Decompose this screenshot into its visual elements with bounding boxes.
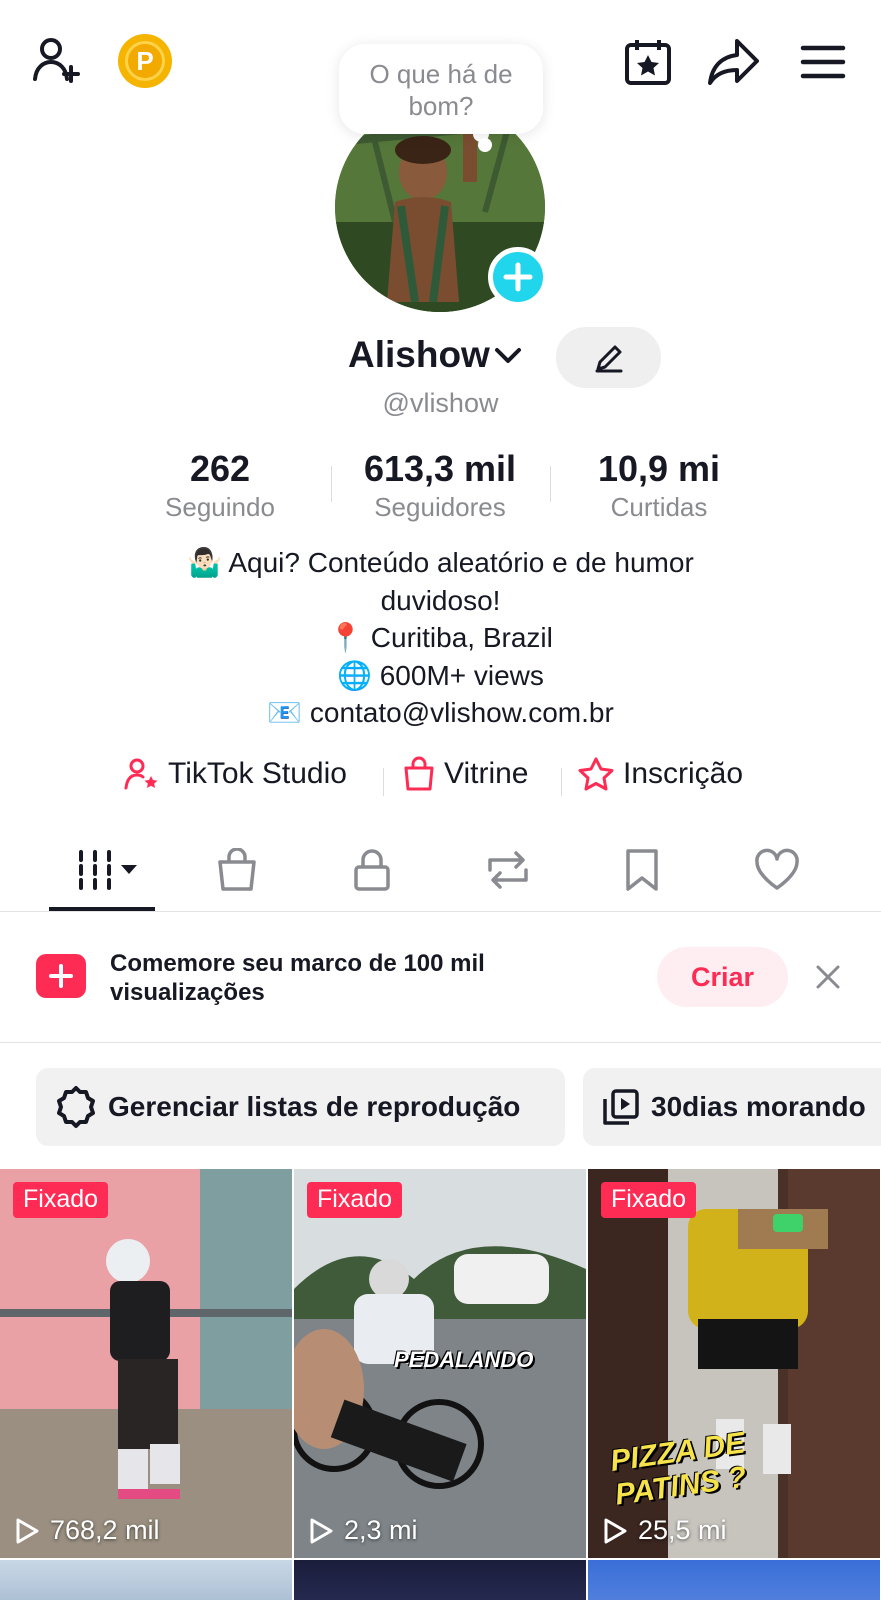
bio-line: 🌐 600M+ views	[337, 659, 544, 691]
view-count: 768,2 mil	[14, 1515, 160, 1546]
vitrine-link[interactable]: Vitrine	[402, 756, 529, 792]
video-caption-overlay: PEDALANDO	[394, 1347, 534, 1372]
milestone-text: Comemore seu marco de 100 mil visualizaç…	[110, 950, 485, 1006]
create-button[interactable]: Criar	[657, 947, 788, 1007]
pencil-icon	[595, 345, 622, 372]
tiktok-studio-link[interactable]: TikTok Studio	[124, 756, 347, 792]
person-star-icon	[124, 758, 158, 790]
tab-videos[interactable]	[60, 840, 150, 900]
stat-followers[interactable]: 613,3 mil Seguidores	[330, 448, 550, 523]
star-badge-icon	[578, 757, 614, 791]
profile-bio: 🤷🏻‍♂️ Aqui? Conteúdo aleatório e de humo…	[0, 544, 881, 732]
lock-icon	[354, 849, 390, 891]
repost-icon	[488, 851, 528, 889]
edit-profile-button[interactable]	[556, 327, 661, 388]
video-grid: Fixado 768,2 mil Fixado PEDALANDO 2,3 mi	[0, 1169, 881, 1600]
video-thumbnail[interactable]	[588, 1560, 880, 1600]
profile-stats: 262 Seguindo 613,3 mil Seguidores 10,9 m…	[0, 448, 881, 528]
tab-active-indicator	[49, 907, 155, 911]
inscricao-link[interactable]: Inscrição	[577, 756, 743, 792]
pinned-badge: Fixado	[13, 1182, 109, 1218]
play-icon	[16, 1518, 39, 1543]
tab-favorites[interactable]	[612, 840, 672, 900]
bio-email[interactable]: 📧 contato@vlishow.com.br	[0, 694, 881, 732]
milestone-banner: Comemore seu marco de 100 mil visualizaç…	[0, 913, 881, 1043]
grid-icon	[79, 850, 137, 890]
chevron-down-icon[interactable]	[494, 346, 522, 371]
content-tabs	[0, 830, 881, 912]
link-divider	[383, 768, 384, 796]
calendar-star-icon[interactable]	[618, 32, 678, 92]
video-thumbnail[interactable]: Fixado PIZZA DE PATINS ? 25,5 mi	[588, 1169, 880, 1558]
play-icon	[604, 1518, 627, 1543]
add-friend-icon[interactable]	[28, 30, 88, 90]
profile-name[interactable]: Alishow	[348, 334, 490, 376]
video-thumbnail[interactable]: Fixado 768,2 mil	[0, 1169, 292, 1558]
tab-liked[interactable]	[747, 840, 807, 900]
video-thumbnail[interactable]	[0, 1560, 292, 1600]
playlist-chips: Gerenciar listas de reprodução 30dias mo…	[0, 1068, 881, 1146]
stat-likes[interactable]: 10,9 mi Curtidas	[549, 448, 769, 523]
link-divider	[561, 768, 562, 796]
coins-icon[interactable]: P	[117, 33, 173, 89]
tab-private[interactable]	[342, 840, 402, 900]
bio-line: 🤷🏻‍♂️ Aqui? Conteúdo aleatório e de humo…	[187, 547, 694, 578]
tab-reposts[interactable]	[478, 840, 538, 900]
profile-links: TikTok Studio Vitrine Inscrição	[0, 756, 881, 806]
play-icon	[310, 1518, 333, 1543]
bookmark-icon	[626, 849, 658, 891]
create-plus-icon	[36, 954, 86, 998]
video-thumbnail[interactable]	[294, 1560, 586, 1600]
gear-icon	[57, 1086, 95, 1128]
playlist-icon	[603, 1089, 639, 1125]
view-count: 2,3 mi	[308, 1515, 418, 1546]
bio-line: duvidoso!	[380, 584, 501, 616]
view-count: 25,5 mi	[602, 1515, 727, 1546]
shopping-bag-icon	[218, 848, 256, 891]
heart-icon	[755, 848, 799, 890]
playlist-chip[interactable]: 30dias morando	[583, 1068, 881, 1146]
share-icon[interactable]	[704, 32, 764, 92]
bubble-tail	[478, 138, 492, 152]
manage-playlists-button[interactable]: Gerenciar listas de reprodução	[36, 1068, 565, 1146]
video-thumbnail[interactable]: Fixado PEDALANDO 2,3 mi	[294, 1169, 586, 1558]
pinned-badge: Fixado	[307, 1182, 403, 1218]
shopping-bag-icon	[404, 756, 434, 791]
profile-name-row: Alishow	[0, 334, 881, 384]
pinned-badge: Fixado	[601, 1182, 697, 1218]
status-bubble[interactable]: O que há de bom?	[339, 44, 543, 134]
stat-following[interactable]: 262 Seguindo	[110, 448, 330, 523]
add-story-button[interactable]	[488, 247, 548, 307]
video-frame	[0, 1169, 292, 1558]
tab-shop[interactable]	[207, 840, 267, 900]
profile-handle: @vlishow	[382, 388, 499, 418]
bio-line: 📍 Curitiba, Brazil	[328, 622, 553, 653]
menu-icon[interactable]	[793, 32, 853, 92]
close-icon[interactable]	[808, 957, 848, 997]
